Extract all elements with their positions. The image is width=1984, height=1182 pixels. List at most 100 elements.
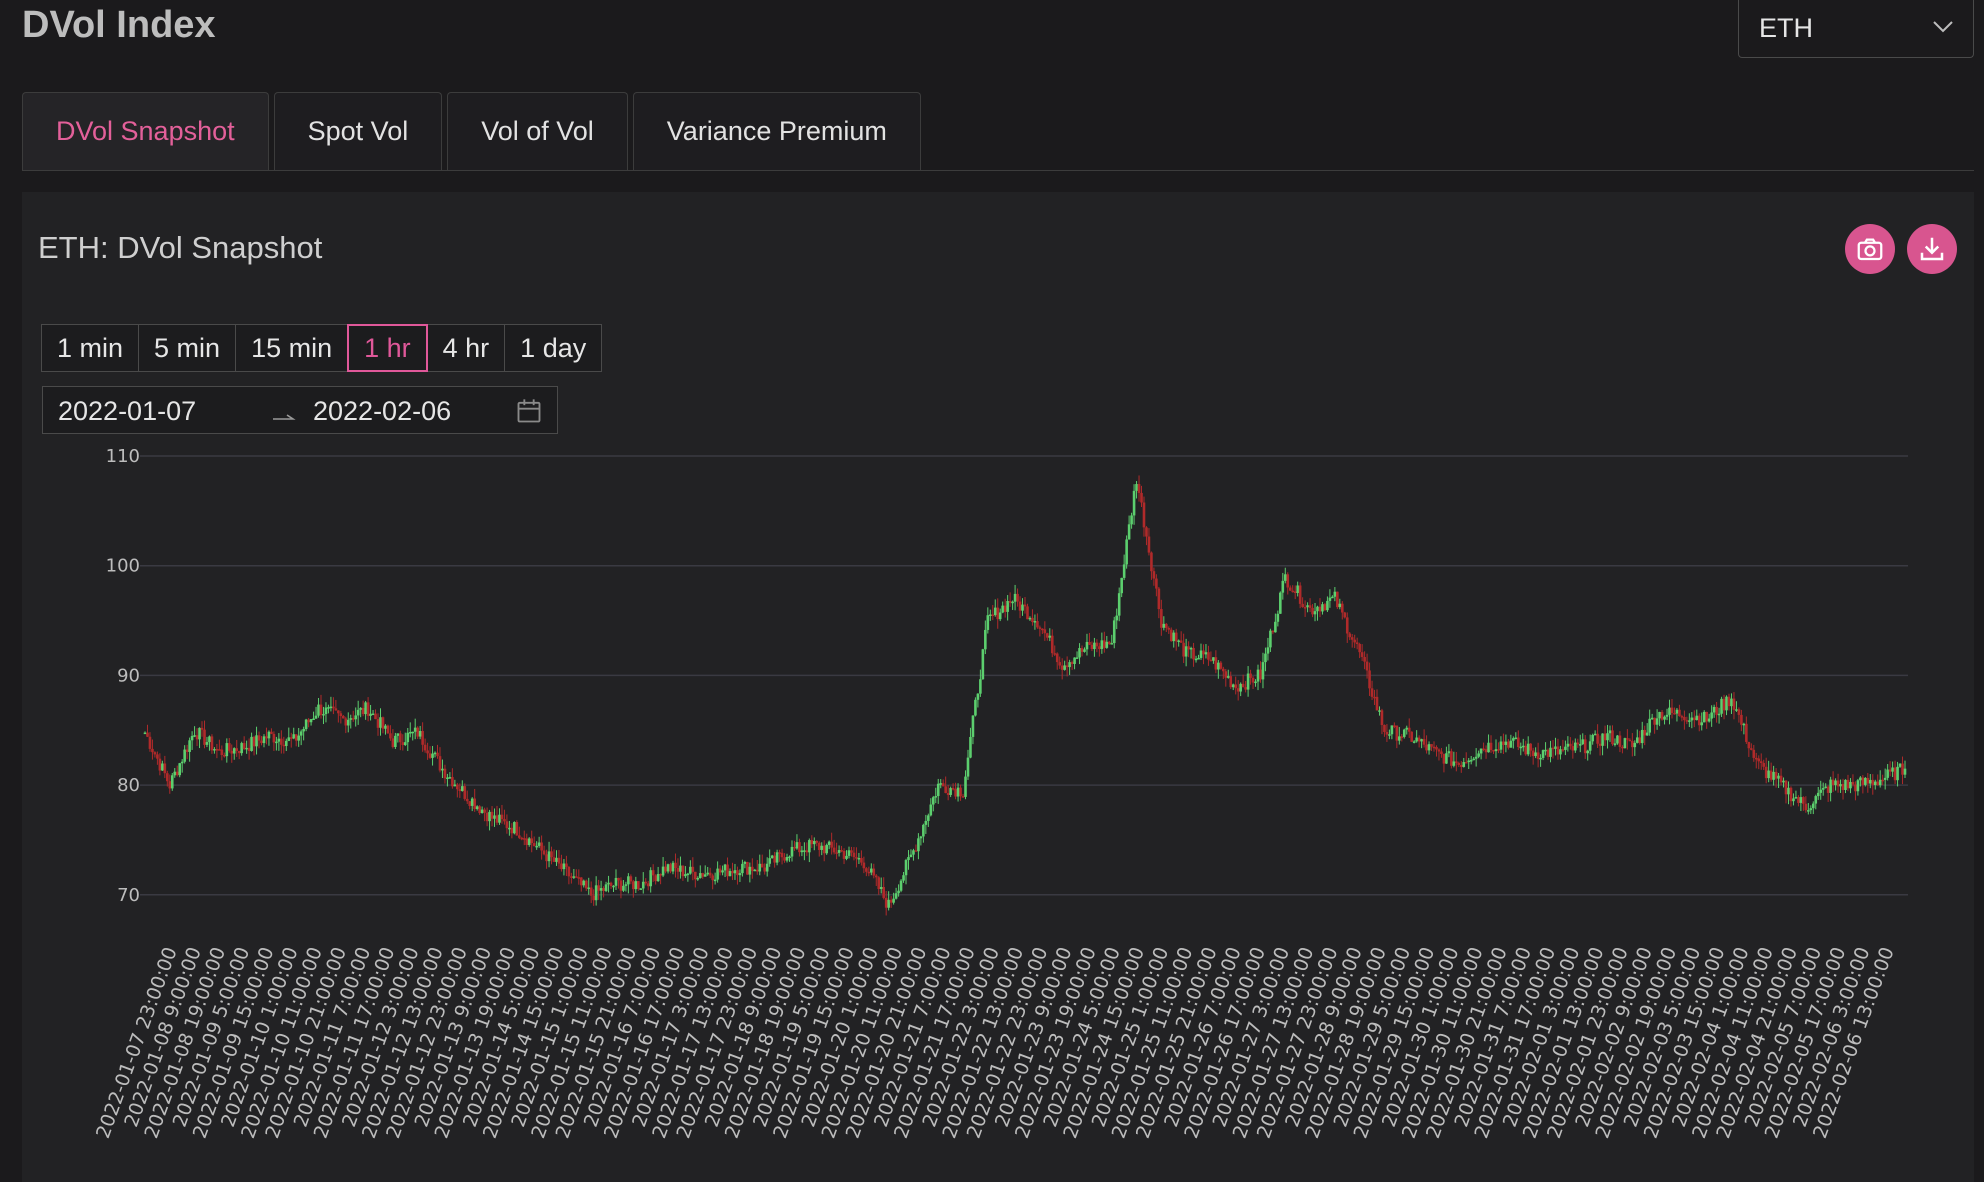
download-button[interactable] [1907, 224, 1957, 274]
candle-body [1648, 718, 1651, 733]
candle-body [904, 860, 908, 876]
candle-body [550, 851, 553, 858]
candle-body [557, 857, 561, 864]
candle-body [956, 787, 960, 797]
asset-select[interactable]: ETH [1738, 0, 1974, 58]
candle-body [1507, 741, 1510, 748]
interval-4hr[interactable]: 4 hr [426, 324, 506, 372]
candle-body [1023, 604, 1027, 607]
candle-body [1112, 620, 1116, 644]
candle-body [394, 735, 397, 747]
candle-body [1370, 688, 1374, 697]
candle-body [1222, 668, 1225, 672]
candle-body [855, 857, 858, 859]
candle-body [1512, 738, 1515, 741]
candle-body [1281, 580, 1285, 593]
candle-body [441, 768, 444, 771]
candle-body [522, 838, 526, 840]
candle-body [1331, 596, 1334, 599]
candle-body [218, 749, 221, 751]
candle-body [1194, 658, 1198, 661]
candle-body [1308, 605, 1312, 608]
tab-dvol-snapshot[interactable]: DVol Snapshot [22, 92, 269, 170]
candle-body [733, 870, 737, 874]
candle-body [458, 789, 462, 791]
candle-body [1859, 777, 1862, 781]
candle-body [1588, 741, 1592, 751]
interval-15min[interactable]: 15 min [235, 324, 349, 372]
candle-body [1849, 781, 1852, 789]
tab-vol-of-vol[interactable]: Vol of Vol [447, 92, 628, 170]
candle-body [783, 857, 786, 861]
candle-body [376, 719, 380, 728]
candle-body [1068, 662, 1071, 668]
candle-body [1142, 502, 1146, 528]
start-date-input[interactable]: 2022-01-07 [58, 396, 196, 427]
tab-variance-premium[interactable]: Variance Premium [632, 92, 921, 170]
candle-body [1026, 606, 1029, 620]
candle-body [1036, 621, 1039, 628]
candle-body [1286, 574, 1290, 588]
interval-5min[interactable]: 5 min [138, 324, 237, 372]
candle-body [599, 888, 603, 891]
candle-body [939, 783, 943, 785]
candle-body [988, 614, 992, 617]
candle-body [708, 872, 712, 876]
candle-body [738, 873, 742, 876]
candle-body [1864, 777, 1867, 785]
candle-body [659, 874, 662, 876]
candle-body [312, 718, 315, 721]
candle-body [1043, 629, 1047, 634]
candle-body [703, 874, 707, 877]
candle-body [1013, 593, 1017, 602]
candle-body [282, 744, 286, 747]
tab-spot-vol[interactable]: Spot Vol [273, 92, 443, 170]
candle-body [500, 814, 504, 820]
candle-body [723, 864, 727, 871]
candle-body [1130, 515, 1133, 525]
candle-body [247, 747, 251, 751]
interval-1hr[interactable]: 1 hr [347, 324, 428, 372]
page-title: DVol Index [22, 4, 216, 46]
candle-body [1204, 652, 1208, 655]
candle-body [1107, 641, 1111, 645]
candle-body [1445, 753, 1448, 764]
candle-body [698, 873, 702, 879]
candle-body [265, 736, 268, 739]
interval-selector: 1 min 5 min 15 min 1 hr 4 hr 1 day [41, 324, 603, 372]
interval-1day[interactable]: 1 day [504, 324, 603, 372]
interval-1min[interactable]: 1 min [41, 324, 140, 372]
candle-body [403, 742, 407, 746]
candle-body [277, 738, 281, 742]
candle-body [1373, 696, 1376, 699]
candle-body [746, 861, 749, 875]
candle-body [931, 797, 935, 805]
candle-body [646, 883, 650, 887]
screenshot-button[interactable] [1845, 224, 1895, 274]
candle-body [545, 854, 548, 862]
candle-body [1494, 749, 1498, 752]
candle-body [1631, 740, 1634, 748]
end-date-input[interactable]: 2022-02-06 [313, 396, 451, 427]
candle-body [971, 715, 975, 737]
candle-body [1249, 673, 1252, 678]
candle-body [309, 719, 313, 723]
candle-body [478, 806, 481, 814]
candle-body [1311, 607, 1314, 615]
candle-body [304, 719, 308, 729]
candle-body [604, 884, 608, 891]
candle-body [941, 783, 945, 787]
candle-body [577, 877, 581, 879]
date-range-picker[interactable]: 2022-01-07 2022-02-06 [42, 386, 558, 434]
candle-body [773, 855, 776, 863]
candle-body [597, 885, 600, 891]
candle-body [954, 789, 957, 797]
candle-body [1769, 770, 1773, 780]
candle-body [1675, 709, 1679, 714]
candle-body [334, 708, 338, 711]
candle-body [1710, 712, 1713, 719]
candle-body [748, 866, 752, 875]
candle-body [716, 868, 719, 880]
candle-body [1772, 771, 1775, 780]
candle-body [1586, 750, 1590, 754]
